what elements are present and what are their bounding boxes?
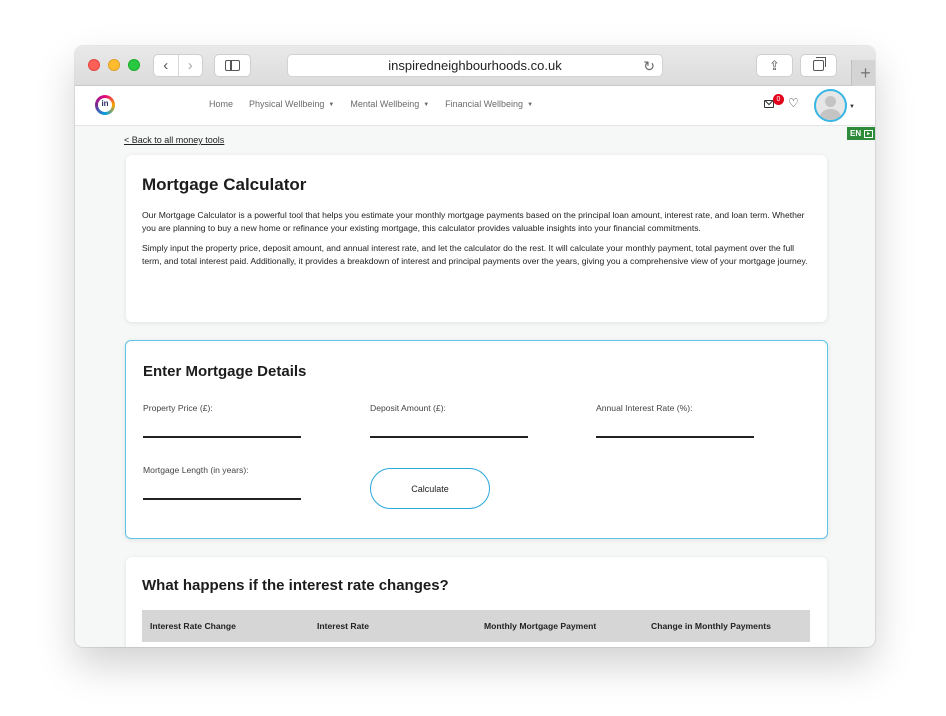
tab-overview-button[interactable] [800, 54, 837, 77]
heart-icon[interactable]: ♡ [788, 96, 799, 110]
nav-item-mental-wellbeing[interactable]: Mental Wellbeing ▼ [350, 99, 429, 109]
browser-window: ‹ › inspiredneighbourhoods.co.uk ↻ ⇪ + i… [75, 46, 875, 647]
tabs-icon [813, 57, 826, 71]
rate-table-header: Interest Rate Change Interest Rate Month… [142, 610, 810, 642]
minimize-window-button[interactable] [108, 59, 120, 71]
nav-item-home[interactable]: Home [209, 99, 233, 109]
page-title: Mortgage Calculator [142, 175, 307, 194]
share-icon: ⇪ [769, 57, 780, 73]
column-header: Monthly Mortgage Payment [484, 621, 597, 631]
caret-down-icon: ▼ [423, 102, 430, 108]
mortgage-length-label: Mortgage Length (in years): [143, 465, 249, 475]
address-bar[interactable]: inspiredneighbourhoods.co.uk ↻ [287, 54, 663, 77]
interest-rate-field[interactable]: Annual Interest Rate (%): [596, 403, 754, 438]
deposit-label: Deposit Amount (£): [370, 403, 446, 413]
main-nav: Home Physical Wellbeing ▼ Mental Wellbein… [209, 99, 533, 109]
history-nav: ‹ › [153, 54, 203, 77]
intro-paragraph: Simply input the property price, deposit… [142, 243, 808, 266]
sidebar-icon [225, 60, 240, 71]
column-header: Interest Rate Change [150, 621, 236, 631]
messages-badge: 0 [773, 94, 784, 105]
close-window-button[interactable] [88, 59, 100, 71]
nav-label: Physical Wellbeing [249, 99, 325, 109]
rate-change-card: What happens if the interest rate change… [126, 557, 827, 647]
caret-down-icon: ▼ [328, 102, 335, 108]
reload-icon[interactable]: ↻ [643, 58, 655, 75]
caret-down-icon[interactable]: ▼ [849, 104, 855, 110]
section-title: Enter Mortgage Details [143, 363, 307, 380]
avatar[interactable] [814, 89, 847, 122]
calculate-button[interactable]: Calculate [370, 468, 490, 509]
nav-item-physical-wellbeing[interactable]: Physical Wellbeing ▼ [249, 99, 334, 109]
interest-rate-input[interactable] [596, 436, 754, 438]
nav-label: Mental Wellbeing [350, 99, 420, 109]
site-logo[interactable]: in [95, 95, 115, 115]
mortgage-length-input[interactable] [143, 498, 301, 500]
section-title: What happens if the interest rate change… [142, 577, 449, 594]
back-to-money-tools-link[interactable]: < Back to all money tools [124, 135, 224, 145]
screenshot-stage: ‹ › inspiredneighbourhoods.co.uk ↻ ⇪ + i… [0, 0, 946, 716]
deposit-field[interactable]: Deposit Amount (£): [370, 403, 528, 438]
nav-item-financial-wellbeing[interactable]: Financial Wellbeing ▼ [445, 99, 533, 109]
property-price-input[interactable] [143, 436, 301, 438]
mortgage-length-field[interactable]: Mortgage Length (in years): [143, 465, 301, 500]
property-price-field[interactable]: Property Price (£): [143, 403, 301, 438]
nav-label: Home [209, 99, 234, 109]
url-text: inspiredneighbourhoods.co.uk [388, 58, 562, 73]
column-header: Change in Monthly Payments [651, 621, 771, 631]
sidebar-toggle-button[interactable] [214, 54, 251, 77]
nav-label: Financial Wellbeing [445, 99, 524, 109]
interest-rate-label: Annual Interest Rate (%): [596, 403, 693, 413]
new-tab-button[interactable]: + [851, 60, 875, 86]
intro-card: Mortgage Calculator Our Mortgage Calcula… [126, 155, 827, 322]
page-content: < Back to all money tools Mortgage Calcu… [75, 127, 875, 647]
column-header: Interest Rate [317, 621, 370, 631]
deposit-input[interactable] [370, 436, 528, 438]
intro-paragraph: Our Mortgage Calculator is a powerful to… [142, 210, 805, 233]
forward-arrow-icon[interactable]: › [177, 55, 203, 76]
mortgage-details-card: Enter Mortgage Details Property Price (£… [125, 340, 828, 539]
zoom-window-button[interactable] [128, 59, 140, 71]
browser-toolbar: ‹ › inspiredneighbourhoods.co.uk ↻ ⇪ + [75, 46, 875, 86]
plus-icon: + [860, 62, 871, 83]
back-arrow-icon[interactable]: ‹ [154, 55, 178, 76]
logo-text: in [101, 99, 109, 108]
caret-down-icon: ▼ [527, 102, 534, 108]
property-price-label: Property Price (£): [143, 403, 213, 413]
site-header: in Home Physical Wellbeing ▼ Mental Wellb… [75, 86, 875, 140]
share-button[interactable]: ⇪ [756, 54, 793, 77]
